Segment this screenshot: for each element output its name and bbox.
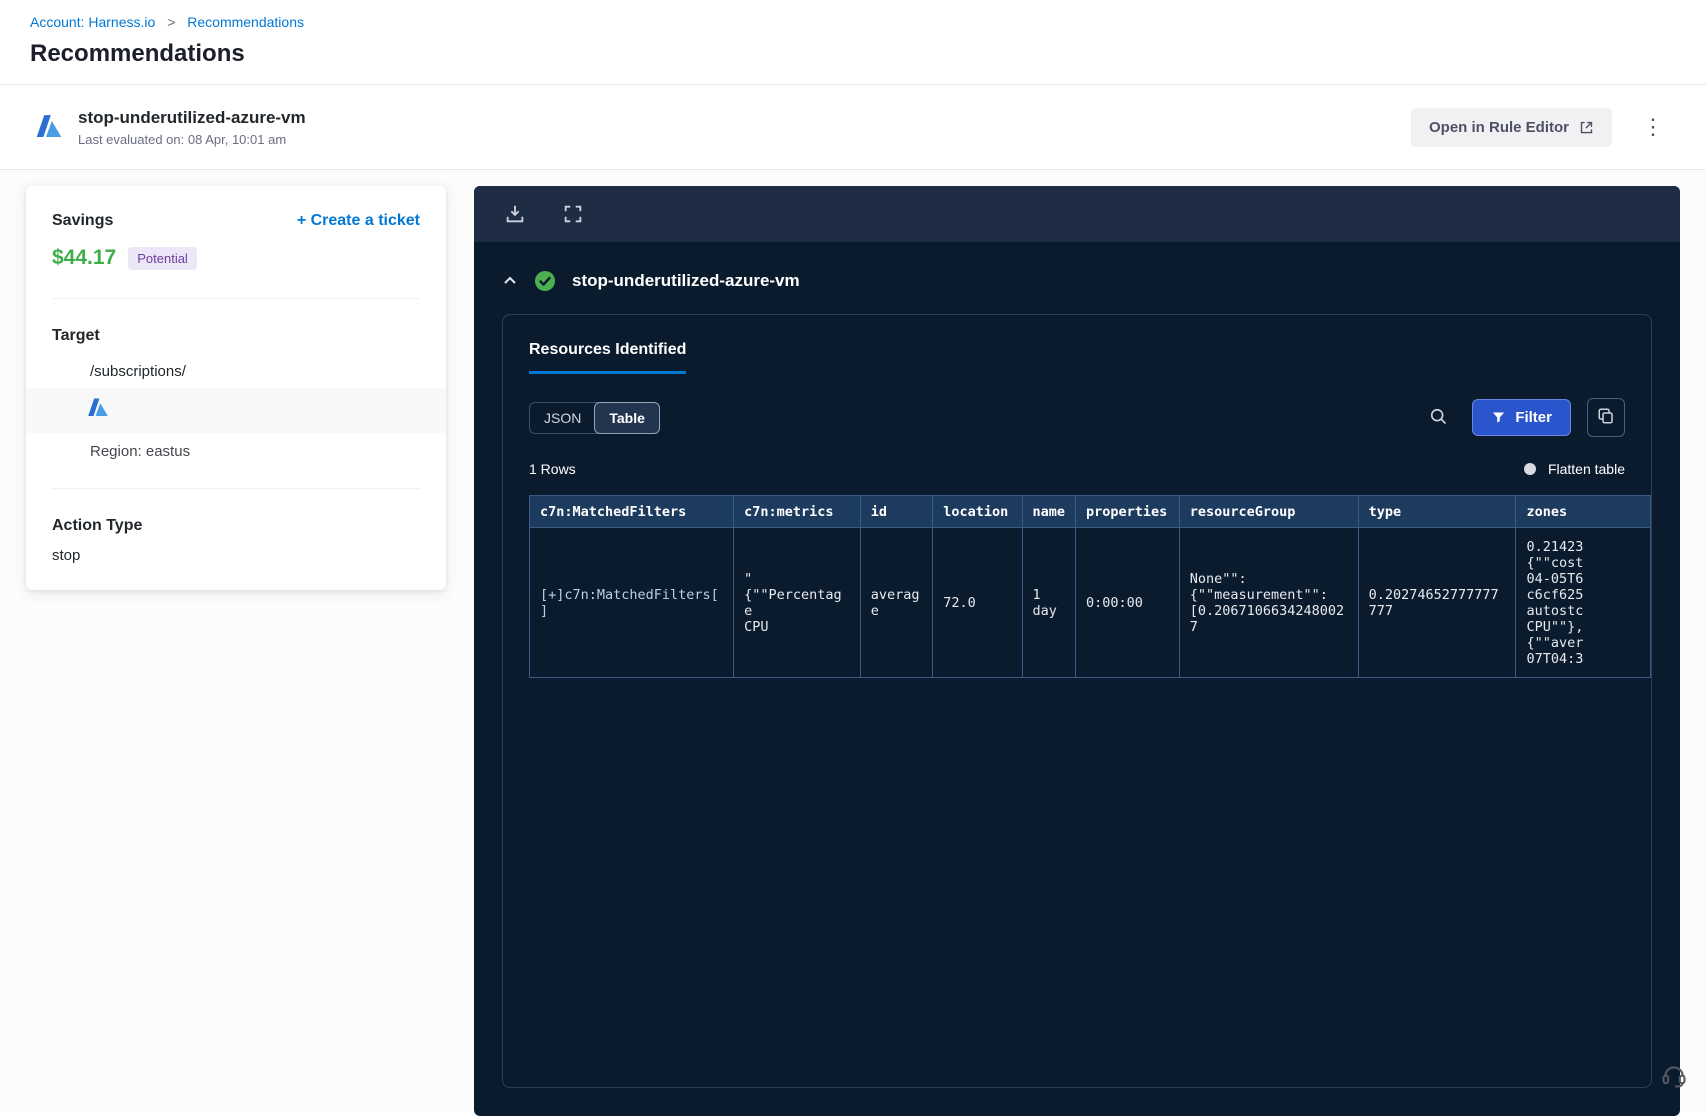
target-region: Region: eastus <box>90 443 191 460</box>
target-subscription-path: /subscriptions/ <box>90 363 186 380</box>
cell-properties: 0:00:00 <box>1075 527 1180 678</box>
flatten-table-label: Flatten table <box>1547 461 1625 477</box>
flatten-table-toggle[interactable] <box>1523 463 1536 475</box>
copy-icon <box>1598 408 1613 424</box>
tab-resources-identified[interactable]: Resources Identified <box>529 341 687 374</box>
rows-info: 1 Rows Flatten table <box>503 437 1651 477</box>
search-icon <box>1431 408 1447 425</box>
header-left: stop-underutilized-azure-vm Last evaluat… <box>34 108 306 147</box>
col-matched-filters: c7n:MatchedFilters <box>529 495 735 528</box>
filter-funnel-icon <box>1493 412 1505 423</box>
tabs-row: Resources Identified <box>503 315 1651 374</box>
download-icon[interactable] <box>504 203 526 225</box>
view-mode-toggle: JSON Table <box>529 401 660 434</box>
action-type-value: stop <box>52 547 81 564</box>
table-row: [+]c7n:MatchedFilters[] " {""Percentage … <box>529 527 1651 678</box>
open-rule-editor-label: Open in Rule Editor <box>1428 118 1569 136</box>
azure-icon <box>36 115 62 137</box>
azure-icon-small <box>88 398 108 416</box>
controls-row: JSON Table Filter <box>503 374 1651 437</box>
main-content: Savings + Create a ticket $44.17 Potenti… <box>0 170 1706 1116</box>
divider <box>52 488 420 489</box>
cell-type: 0.20274652777777777 <box>1357 527 1517 678</box>
col-type: type <box>1357 495 1517 528</box>
col-metrics: c7n:metrics <box>733 495 861 528</box>
json-view-button[interactable]: JSON <box>530 403 595 433</box>
action-type-label: Action Type <box>52 517 143 534</box>
savings-label: Savings <box>52 212 114 229</box>
create-ticket-link[interactable]: + Create a ticket <box>297 212 420 230</box>
target-label: Target <box>52 327 100 344</box>
breadcrumb-recommendations-link[interactable]: Recommendations <box>187 14 304 30</box>
col-name: name <box>1021 495 1077 528</box>
rule-section-header: stop-underutilized-azure-vm <box>474 242 1680 292</box>
cell-metrics: " {""Percentage CPU <box>733 527 861 678</box>
external-link-icon <box>1580 121 1593 133</box>
chevron-up-icon[interactable] <box>502 273 518 289</box>
rule-name: stop-underutilized-azure-vm <box>78 107 306 127</box>
header-titles: stop-underutilized-azure-vm Last evaluat… <box>78 108 306 147</box>
table-header-row: c7n:MatchedFilters c7n:metrics id locati… <box>529 495 1651 528</box>
evaluation-panel: stop-underutilized-azure-vm Resources Id… <box>474 186 1680 1116</box>
potential-badge: Potential <box>128 246 197 270</box>
resources-card: Resources Identified JSON Table Filter 1… <box>502 314 1652 1088</box>
results-table-wrap: c7n:MatchedFilters c7n:metrics id locati… <box>529 495 1651 1087</box>
header-right: Open in Rule Editor ⋮ <box>1410 107 1672 147</box>
cell-resource-group: None"": {""measurement"": [0.20671066342… <box>1178 527 1359 678</box>
filter-label: Filter <box>1515 409 1552 426</box>
target-icon-row <box>26 388 446 433</box>
col-id: id <box>859 495 934 528</box>
top-bar: Account: Harness.io > Recommendations Re… <box>0 0 1706 84</box>
rule-section-title: stop-underutilized-azure-vm <box>572 271 800 290</box>
support-chat-icon[interactable] <box>1660 1061 1688 1094</box>
cell-name: 1 day <box>1021 527 1077 678</box>
search-button[interactable] <box>1422 400 1454 435</box>
breadcrumb: Account: Harness.io > Recommendations <box>30 14 1676 30</box>
cell-id: average <box>859 527 934 678</box>
col-resource-group: resourceGroup <box>1178 495 1359 528</box>
copy-button[interactable] <box>1587 398 1625 437</box>
recommendation-header: stop-underutilized-azure-vm Last evaluat… <box>0 84 1706 170</box>
panel-toolbar <box>474 186 1680 242</box>
divider <box>52 298 420 299</box>
cell-matched-filters-expand[interactable]: [+]c7n:MatchedFilters[] <box>529 527 735 678</box>
filter-button[interactable]: Filter <box>1472 399 1571 436</box>
breadcrumb-account-link[interactable]: Account: Harness.io <box>30 14 155 30</box>
results-table: c7n:MatchedFilters c7n:metrics id locati… <box>529 495 1651 678</box>
col-location: location <box>932 495 1023 528</box>
last-evaluated: Last evaluated on: 08 Apr, 10:01 am <box>78 131 287 147</box>
savings-amount: $44.17 <box>52 246 117 269</box>
cell-zones: 0.21423 {""cost 04-05T6 c6cf625 autostc … <box>1515 527 1651 678</box>
page-title: Recommendations <box>30 40 245 67</box>
col-properties: properties <box>1075 495 1180 528</box>
success-check-icon <box>535 271 555 291</box>
col-zones: zones <box>1515 495 1651 528</box>
fullscreen-icon[interactable] <box>562 203 584 225</box>
savings-card: Savings + Create a ticket $44.17 Potenti… <box>26 186 446 590</box>
cell-location: 72.0 <box>932 527 1023 678</box>
breadcrumb-separator: > <box>167 14 176 30</box>
more-options-kebab-icon[interactable]: ⋮ <box>1634 110 1672 144</box>
rows-count: 1 Rows <box>529 461 576 477</box>
table-view-button[interactable]: Table <box>594 401 660 434</box>
open-rule-editor-button[interactable]: Open in Rule Editor <box>1410 107 1612 147</box>
